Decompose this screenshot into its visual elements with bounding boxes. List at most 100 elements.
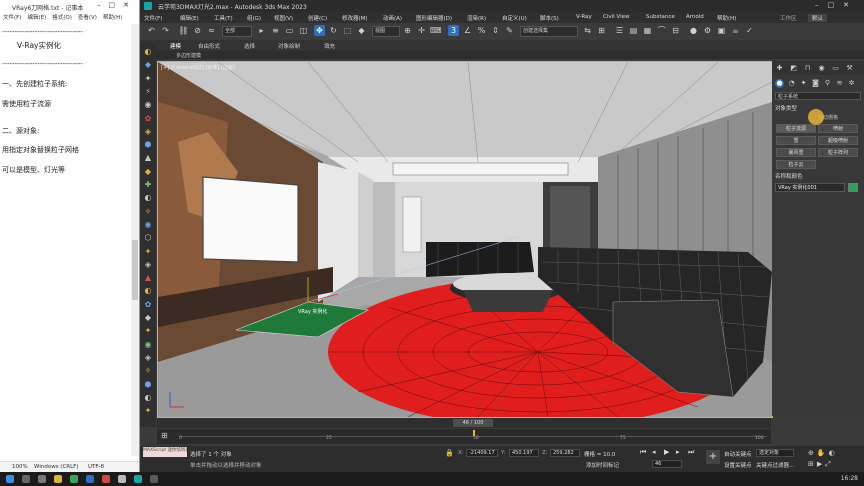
rect-selection-icon[interactable]: ▭: [284, 25, 295, 36]
workspace-dropdown[interactable]: 默认: [808, 14, 828, 22]
tool-strip-icon[interactable]: ✧: [142, 365, 154, 377]
tool-strip-icon[interactable]: ▲: [142, 152, 154, 164]
viewport-label[interactable]: [+] [Camera002] [标准] [边面]: [161, 64, 235, 71]
selection-filter-dropdown[interactable]: 全部: [222, 26, 252, 37]
viewport-nav-icons[interactable]: ⊕✋◐: [808, 449, 838, 457]
cameras-icon[interactable]: ◙: [811, 79, 820, 88]
mirror-icon[interactable]: ⇆: [582, 25, 593, 36]
tool-strip-icon[interactable]: ◐: [142, 192, 154, 204]
render-setup-icon[interactable]: ⚙: [702, 25, 713, 36]
select-manipulate-icon[interactable]: ✛: [416, 25, 427, 36]
y-coordinate-field[interactable]: 450.197: [509, 449, 539, 457]
named-selection-dropdown[interactable]: 创建选择集: [520, 26, 578, 37]
menu-edit[interactable]: 编辑(E): [27, 15, 46, 21]
blizzard-button[interactable]: 暴风雪: [776, 148, 816, 157]
menu-customize[interactable]: 自定义(U): [502, 14, 527, 22]
clock[interactable]: 16:28: [841, 475, 858, 482]
render-production-icon[interactable]: ☕: [730, 25, 741, 36]
lights-icon[interactable]: ✦: [799, 79, 808, 88]
particle-array-button[interactable]: 粒子阵列: [818, 148, 858, 157]
tool-strip-icon[interactable]: ✿: [142, 299, 154, 311]
go-to-end-icon[interactable]: ⏭: [688, 448, 694, 457]
tool-strip-icon[interactable]: ⚡: [142, 86, 154, 98]
tool-strip-icon[interactable]: ▲: [142, 272, 154, 284]
browser-icon[interactable]: [70, 475, 78, 483]
go-to-start-icon[interactable]: ⏮: [640, 448, 646, 457]
hierarchy-tab-icon[interactable]: ⊓: [803, 64, 812, 73]
next-frame-icon[interactable]: ▸: [676, 448, 680, 456]
tool-strip-icon[interactable]: ✦: [142, 246, 154, 258]
menu-substance[interactable]: Substance: [646, 14, 675, 20]
place-icon[interactable]: ◆: [356, 25, 367, 36]
display-tab-icon[interactable]: ▭: [831, 64, 840, 73]
time-slider[interactable]: 46 / 100: [453, 419, 493, 427]
scrollbar-thumb[interactable]: [132, 240, 138, 300]
menu-graph-editors[interactable]: 图形编辑器(D): [416, 14, 452, 22]
task-view-icon[interactable]: [38, 475, 46, 483]
snow-button[interactable]: 雪: [776, 136, 816, 145]
window-controls[interactable]: –□✕: [97, 1, 137, 9]
menu-format[interactable]: 格式(O): [52, 15, 72, 21]
menu-rendering[interactable]: 渲染(R): [467, 14, 486, 22]
tool-strip-icon[interactable]: ◈: [142, 259, 154, 271]
particle-flow-source-button[interactable]: 粒子流源: [776, 124, 816, 133]
tool-strip-icon[interactable]: ⬡: [142, 232, 154, 244]
tool-strip-icon[interactable]: ◉: [142, 99, 154, 111]
modify-tab-icon[interactable]: ◩: [789, 64, 798, 73]
previous-frame-icon[interactable]: ◂: [652, 448, 656, 456]
menu-modifiers[interactable]: 修改器(M): [342, 14, 368, 22]
unlink-icon[interactable]: ⊘: [192, 25, 203, 36]
viewport-nav-icons-2[interactable]: ⊞▶⤢: [808, 460, 834, 469]
spinner-snap-icon[interactable]: ⇕: [490, 25, 501, 36]
menu-group[interactable]: 组(G): [247, 14, 261, 22]
align-icon[interactable]: ⊞: [596, 25, 607, 36]
z-coordinate-field[interactable]: 259.282: [550, 449, 580, 457]
tool-strip-icon[interactable]: ✦: [142, 325, 154, 337]
menu-file[interactable]: 文件(F): [144, 14, 162, 22]
tool-strip-icon[interactable]: ✚: [142, 179, 154, 191]
notepad-taskbar-icon[interactable]: [118, 475, 126, 483]
menu-edit[interactable]: 编辑(E): [180, 14, 199, 22]
tool-strip-icon[interactable]: ✧: [142, 206, 154, 218]
mini-curve-editor-icon[interactable]: ⊞: [161, 431, 171, 441]
x-coordinate-field[interactable]: -21409.17: [466, 449, 498, 457]
app-icon[interactable]: [86, 475, 94, 483]
link-icon[interactable]: ⛓: [178, 25, 189, 36]
scale-icon[interactable]: ⬚: [342, 25, 353, 36]
tool-strip-icon[interactable]: ⬢: [142, 139, 154, 151]
undo-icon[interactable]: ↶: [146, 25, 157, 36]
shapes-icon[interactable]: ◔: [787, 79, 796, 88]
tool-strip-icon[interactable]: ◐: [142, 285, 154, 297]
name-color-header[interactable]: 名称和颜色: [775, 172, 803, 180]
select-object-icon[interactable]: ▸: [256, 25, 267, 36]
redo-icon[interactable]: ↷: [160, 25, 171, 36]
tool-strip-icon[interactable]: ✦: [142, 405, 154, 417]
add-time-tag[interactable]: 添加时间标记: [586, 461, 619, 469]
percent-snap-icon[interactable]: %: [476, 25, 487, 36]
angle-snap-icon[interactable]: ∠: [462, 25, 473, 36]
set-key-icon[interactable]: +: [706, 450, 720, 464]
key-mode-dropdown[interactable]: 选定对象: [756, 449, 794, 457]
curve-editor-icon[interactable]: ⌒: [656, 25, 667, 36]
spray-button[interactable]: 喷射: [818, 124, 858, 133]
menu-help[interactable]: 帮助(H): [717, 14, 736, 22]
menu-tools[interactable]: 工具(T): [214, 14, 233, 22]
tool-strip-icon[interactable]: ✿: [142, 113, 154, 125]
tool-strip-icon[interactable]: ◆: [142, 59, 154, 71]
toggle-ribbon-icon[interactable]: ▦: [642, 25, 653, 36]
polygon-modeling-label[interactable]: 多边形建模: [176, 52, 201, 59]
tab-freeform[interactable]: 自由形式: [198, 42, 220, 50]
particle-cloud-button[interactable]: 粒子云: [776, 160, 816, 169]
tool-strip-icon[interactable]: ◆: [142, 166, 154, 178]
material-editor-icon[interactable]: ●: [688, 25, 699, 36]
category-dropdown[interactable]: 粒子系统: [775, 92, 861, 100]
tool-strip-icon[interactable]: ◉: [142, 339, 154, 351]
tool-strip-icon[interactable]: ◆: [142, 312, 154, 324]
tab-selection[interactable]: 选择: [244, 42, 255, 50]
rendered-frame-window-icon[interactable]: ▣: [716, 25, 727, 36]
rotate-icon[interactable]: ↻: [328, 25, 339, 36]
tool-strip-icon[interactable]: ◉: [142, 219, 154, 231]
motion-tab-icon[interactable]: ◉: [817, 64, 826, 73]
keyboard-shortcut-icon[interactable]: ⌨: [430, 25, 442, 36]
helpers-icon[interactable]: ⚲: [823, 79, 832, 88]
